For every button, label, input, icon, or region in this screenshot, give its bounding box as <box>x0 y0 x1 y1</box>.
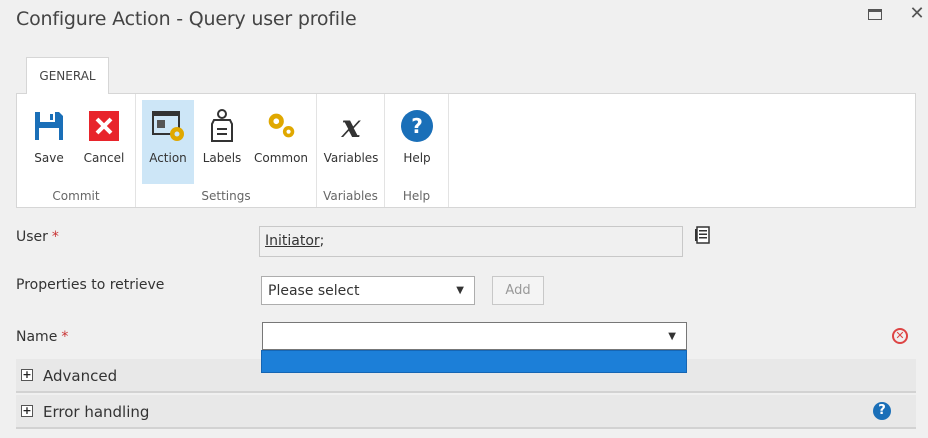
common-button[interactable]: Common <box>251 100 311 184</box>
ribbon-group-label-commit: Commit <box>52 189 100 203</box>
user-label-text: User <box>16 229 48 245</box>
validation-error-icon: ✕ <box>892 328 908 344</box>
name-field-label: Name * <box>16 329 68 345</box>
cancel-label: Cancel <box>83 151 125 165</box>
name-dropdown-highlighted-option[interactable] <box>261 350 687 373</box>
user-field-label: User * <box>16 229 59 245</box>
error-handling-section-header[interactable]: + Error handling ? <box>16 395 916 429</box>
help-icon[interactable]: ? <box>873 402 891 420</box>
labels-label: Labels <box>202 151 242 165</box>
action-button[interactable]: Action <box>142 100 194 184</box>
dialog-title: Configure Action - Query user profile <box>16 8 357 30</box>
required-marker: * <box>51 229 59 245</box>
required-marker: * <box>61 329 69 345</box>
address-book-icon[interactable] <box>695 226 711 244</box>
expand-icon: + <box>21 368 33 381</box>
dropdown-arrow-icon: ▼ <box>456 285 464 296</box>
gears-icon <box>263 108 299 144</box>
variables-label: Variables <box>323 151 379 165</box>
add-button[interactable]: Add <box>492 276 544 305</box>
properties-field-label: Properties to retrieve <box>16 277 165 293</box>
name-label-text: Name <box>16 329 58 345</box>
label-tag-icon <box>204 108 240 144</box>
maximize-button[interactable] <box>864 4 886 24</box>
help-button[interactable]: ? Help <box>397 100 437 184</box>
labels-button[interactable]: Labels <box>200 100 244 184</box>
ribbon-group-settings: Action Labels Common Settings <box>136 94 317 207</box>
user-token-separator: ; <box>319 233 325 249</box>
save-button[interactable]: Save <box>28 100 70 184</box>
tab-general[interactable]: GENERAL <box>26 57 109 94</box>
svg-text:?: ? <box>411 114 423 138</box>
ribbon-group-label-variables: Variables <box>323 189 378 203</box>
close-icon: ✕ <box>909 3 925 24</box>
action-label: Action <box>149 151 187 165</box>
help-icon: ? <box>399 108 435 144</box>
ribbon-group-label-settings: Settings <box>201 189 251 203</box>
common-label: Common <box>253 151 309 165</box>
maximize-icon <box>868 9 882 20</box>
action-settings-icon <box>150 108 186 144</box>
ribbon-group-label-help: Help <box>402 189 431 203</box>
name-select[interactable]: ▼ <box>262 322 687 350</box>
variable-x-icon: x <box>341 107 361 145</box>
error-handling-section-title: Error handling <box>43 403 150 421</box>
properties-select-value: Please select <box>268 283 360 299</box>
close-button[interactable]: ✕ <box>906 4 928 24</box>
advanced-section-title: Advanced <box>43 367 118 385</box>
user-input[interactable]: Initiator; <box>259 226 683 257</box>
user-token[interactable]: Initiator <box>265 233 320 249</box>
expand-icon: + <box>21 404 33 417</box>
save-icon <box>31 108 67 144</box>
save-label: Save <box>34 151 64 165</box>
cancel-button[interactable]: Cancel <box>81 100 127 184</box>
cancel-icon <box>86 108 122 144</box>
ribbon-group-help: ? Help Help <box>385 94 449 207</box>
ribbon-group-commit: Save Cancel Commit <box>17 94 136 207</box>
help-label: Help <box>403 151 431 165</box>
ribbon: Save Cancel Commit Action Labels Common … <box>16 93 916 208</box>
variables-button[interactable]: x Variables <box>321 100 381 184</box>
ribbon-group-variables: x Variables Variables <box>317 94 385 207</box>
dropdown-arrow-icon: ▼ <box>668 331 676 342</box>
properties-select[interactable]: Please select ▼ <box>261 276 475 305</box>
